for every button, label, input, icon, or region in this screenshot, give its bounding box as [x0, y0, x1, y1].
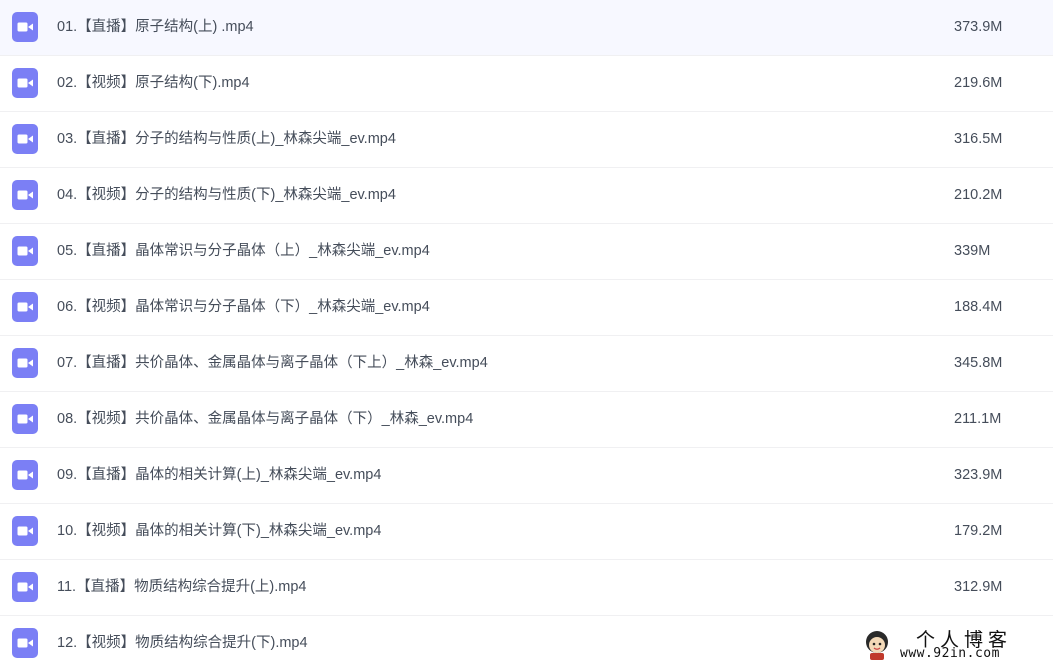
file-name: 09.【直播】晶体的相关计算(上)_林森尖端_ev.mp4: [57, 467, 382, 483]
file-name: 06.【视频】晶体常识与分子晶体（下）_林森尖端_ev.mp4: [57, 299, 430, 315]
file-row[interactable]: 10.【视频】晶体的相关计算(下)_林森尖端_ev.mp4 179.2M: [0, 504, 1053, 560]
file-name: 07.【直播】共价晶体、金属晶体与离子晶体（下上）_林森_ev.mp4: [57, 355, 488, 371]
file-size: 373.9M: [954, 19, 1003, 35]
video-file-icon: [12, 348, 38, 378]
file-name: 03.【直播】分子的结构与性质(上)_林森尖端_ev.mp4: [57, 131, 396, 147]
file-size: 323.9M: [954, 467, 1003, 483]
file-name: 04.【视频】分子的结构与性质(下)_林森尖端_ev.mp4: [57, 187, 396, 203]
video-file-icon: [12, 516, 38, 546]
watermark: 个人博客 www.92in.com: [858, 625, 1048, 665]
video-file-icon: [12, 460, 38, 490]
file-size: 210.2M: [954, 187, 1003, 203]
file-row[interactable]: 03.【直播】分子的结构与性质(上)_林森尖端_ev.mp4 316.5M: [0, 112, 1053, 168]
watermark-url: www.92in.com: [900, 646, 1000, 661]
file-size: 339M: [954, 243, 991, 259]
file-row[interactable]: 07.【直播】共价晶体、金属晶体与离子晶体（下上）_林森_ev.mp4 345.…: [0, 336, 1053, 392]
file-row[interactable]: 09.【直播】晶体的相关计算(上)_林森尖端_ev.mp4 323.9M: [0, 448, 1053, 504]
file-size: 211.1M: [954, 411, 1002, 427]
file-name: 01.【直播】原子结构(上) .mp4: [57, 19, 254, 35]
file-size: 179.2M: [954, 523, 1003, 539]
file-row[interactable]: 01.【直播】原子结构(上) .mp4 373.9M: [0, 0, 1053, 56]
file-size: 345.8M: [954, 355, 1003, 371]
video-file-icon: [12, 404, 38, 434]
video-file-icon: [12, 236, 38, 266]
file-size: 316.5M: [954, 131, 1003, 147]
file-name: 08.【视频】共价晶体、金属晶体与离子晶体（下）_林森_ev.mp4: [57, 411, 474, 427]
file-name: 05.【直播】晶体常识与分子晶体（上）_林森尖端_ev.mp4: [57, 243, 430, 259]
file-row[interactable]: 11.【直播】物质结构综合提升(上).mp4 312.9M: [0, 560, 1053, 616]
file-row[interactable]: 02.【视频】原子结构(下).mp4 219.6M: [0, 56, 1053, 112]
file-row[interactable]: 08.【视频】共价晶体、金属晶体与离子晶体（下）_林森_ev.mp4 211.1…: [0, 392, 1053, 448]
file-name: 02.【视频】原子结构(下).mp4: [57, 75, 250, 91]
video-file-icon: [12, 68, 38, 98]
file-size: 312.9M: [954, 579, 1003, 595]
file-name: 12.【视频】物质结构综合提升(下).mp4: [57, 635, 308, 651]
file-list: 01.【直播】原子结构(上) .mp4 373.9M 02.【视频】原子结构(下…: [0, 0, 1053, 667]
file-row[interactable]: 06.【视频】晶体常识与分子晶体（下）_林森尖端_ev.mp4 188.4M: [0, 280, 1053, 336]
video-file-icon: [12, 12, 38, 42]
file-row[interactable]: 05.【直播】晶体常识与分子晶体（上）_林森尖端_ev.mp4 339M: [0, 224, 1053, 280]
file-row[interactable]: 04.【视频】分子的结构与性质(下)_林森尖端_ev.mp4 210.2M: [0, 168, 1053, 224]
cartoon-avatar-icon: [866, 631, 888, 660]
video-file-icon: [12, 572, 38, 602]
video-file-icon: [12, 292, 38, 322]
video-file-icon: [12, 628, 38, 658]
file-size: 219.6M: [954, 75, 1003, 91]
file-name: 10.【视频】晶体的相关计算(下)_林森尖端_ev.mp4: [57, 523, 382, 539]
video-file-icon: [12, 124, 38, 154]
file-name: 11.【直播】物质结构综合提升(上).mp4: [57, 579, 307, 595]
video-file-icon: [12, 180, 38, 210]
file-size: 188.4M: [954, 299, 1003, 315]
